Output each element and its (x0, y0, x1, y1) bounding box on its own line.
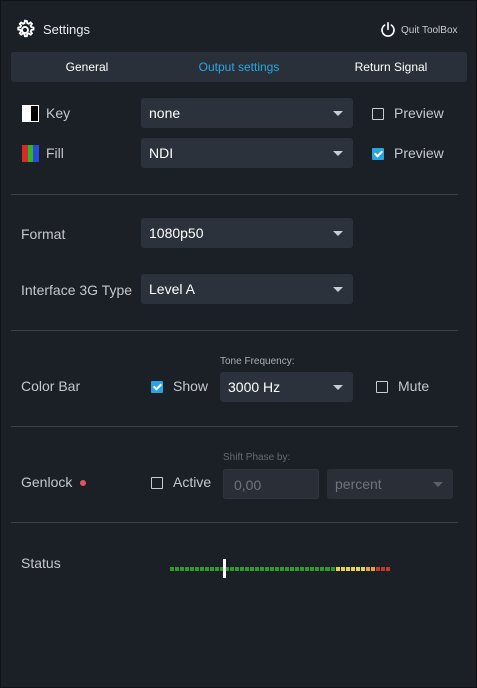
color-bar-show-label: Show (173, 378, 209, 394)
fill-preview-checkbox[interactable] (372, 148, 384, 160)
genlock-status-dot (80, 480, 86, 486)
shift-unit-value: percent (335, 476, 382, 492)
color-bar-show-checkbox[interactable] (151, 381, 163, 393)
chevron-down-icon (333, 231, 343, 236)
tab-return-signal[interactable]: Return Signal (315, 52, 467, 82)
fill-preview-label: Preview (394, 145, 444, 161)
meter-segment (190, 567, 195, 571)
key-preview-checkbox[interactable] (372, 108, 384, 120)
chevron-down-icon (333, 287, 343, 292)
meter-segment (295, 567, 300, 571)
meter-segment (350, 567, 355, 571)
meter-segment (175, 567, 180, 571)
meter-segment (305, 567, 310, 571)
power-icon (381, 22, 395, 37)
mute-label: Mute (398, 378, 430, 394)
interface-3g-label: Interface 3G Type (21, 282, 133, 298)
divider (11, 330, 458, 331)
status-level-meter (170, 567, 390, 571)
meter-segment (255, 567, 260, 571)
genlock-active-label: Active (173, 474, 212, 490)
tab-output-settings[interactable]: Output settings (163, 52, 315, 82)
shift-unit-select[interactable]: percent (327, 469, 453, 499)
key-swatch-icon (22, 105, 39, 122)
key-select-value: none (149, 105, 181, 121)
meter-segment (345, 567, 350, 571)
page-title: Settings (43, 22, 90, 37)
meter-segment (300, 567, 305, 571)
meter-segment (235, 567, 240, 571)
meter-segment (205, 567, 210, 571)
meter-segment (215, 567, 220, 571)
quit-toolbox-button[interactable]: Quit ToolBox (379, 20, 458, 40)
meter-segment (285, 567, 290, 571)
tone-frequency-caption: Tone Frequency: (220, 356, 295, 367)
gear-icon (17, 19, 35, 38)
meter-segment (200, 567, 205, 571)
meter-segment (240, 567, 245, 571)
meter-segment (180, 567, 185, 571)
fill-select[interactable]: NDI (141, 138, 353, 168)
meter-segment (275, 567, 280, 571)
mute-checkbox[interactable] (376, 381, 388, 393)
meter-segment (185, 567, 190, 571)
meter-segment (195, 567, 200, 571)
meter-segment (260, 567, 265, 571)
genlock-active-checkbox[interactable] (151, 477, 163, 489)
meter-segment (360, 567, 365, 571)
meter-segment (230, 567, 235, 571)
key-preview-label: Preview (394, 105, 444, 121)
meter-segment (245, 567, 250, 571)
meter-segment (170, 567, 175, 571)
fill-label: Fill (46, 145, 64, 161)
format-select[interactable]: 1080p50 (141, 218, 353, 248)
meter-segment (250, 567, 255, 571)
key-select[interactable]: none (141, 98, 353, 128)
status-meter-marker[interactable] (223, 559, 226, 578)
meter-segment (330, 567, 335, 571)
tab-bar: General Output settings Return Signal (11, 52, 467, 82)
meter-segment (385, 567, 390, 571)
color-bar-label: Color Bar (21, 378, 81, 394)
meter-segment (210, 567, 215, 571)
genlock-label: Genlock (21, 474, 73, 490)
meter-segment (375, 567, 380, 571)
interface-3g-select[interactable]: Level A (141, 274, 353, 304)
divider (11, 522, 458, 523)
meter-segment (280, 567, 285, 571)
chevron-down-icon (333, 151, 343, 156)
format-select-value: 1080p50 (149, 225, 204, 241)
key-label: Key (46, 105, 71, 121)
format-label: Format (21, 226, 66, 242)
meter-segment (340, 567, 345, 571)
tone-frequency-value: 3000 Hz (228, 379, 281, 395)
meter-segment (365, 567, 370, 571)
meter-segment (325, 567, 330, 571)
chevron-down-icon (333, 111, 343, 116)
fill-select-value: NDI (149, 145, 174, 161)
meter-segment (320, 567, 325, 571)
fill-swatch-icon (22, 145, 40, 162)
chevron-down-icon (333, 385, 343, 390)
divider (11, 194, 458, 195)
meter-segment (290, 567, 295, 571)
quit-toolbox-label: Quit ToolBox (401, 24, 458, 36)
meter-segment (270, 567, 275, 571)
meter-segment (370, 567, 375, 571)
meter-segment (265, 567, 270, 571)
meter-segment (355, 567, 360, 571)
interface-3g-select-value: Level A (149, 281, 195, 297)
tab-general[interactable]: General (11, 52, 163, 82)
meter-segment (335, 567, 340, 571)
chevron-down-icon (433, 482, 443, 487)
meter-segment (380, 567, 385, 571)
meter-segment (315, 567, 320, 571)
meter-segment (310, 567, 315, 571)
shift-phase-input[interactable]: 0,00 (223, 469, 319, 499)
shift-phase-caption: Shift Phase by: (223, 452, 291, 463)
tone-frequency-select[interactable]: 3000 Hz (220, 372, 353, 402)
status-label: Status (21, 555, 61, 571)
divider (11, 426, 458, 427)
